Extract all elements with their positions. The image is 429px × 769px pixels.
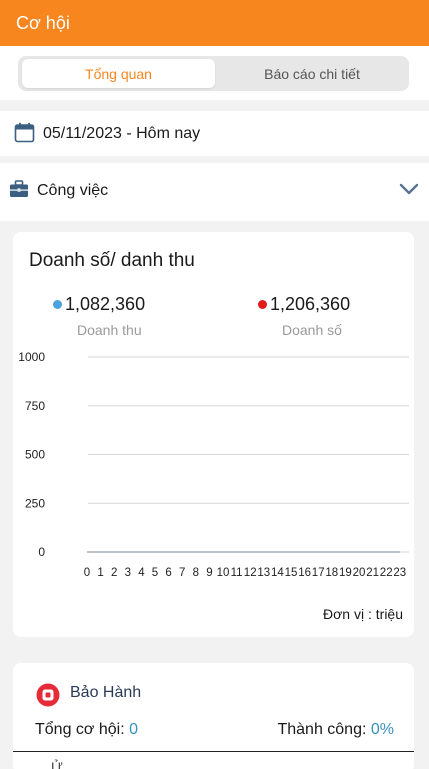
x-tick-label: 17: [312, 567, 325, 579]
view-switcher: Tổng quan Báo cáo chi tiết: [0, 46, 429, 100]
sales-label: Doanh số: [282, 322, 342, 338]
sales-total: 1,206,360: [270, 294, 351, 314]
x-tick-label: 3: [125, 567, 131, 579]
category-label: Công việc: [37, 182, 109, 199]
unit-label: Đơn vị : triệu: [323, 606, 403, 622]
x-tick-label: 0: [84, 567, 90, 579]
y-tick-label: 250: [25, 496, 45, 510]
total-label: Tổng cơ hội:: [35, 721, 130, 738]
x-tick-label: 12: [244, 567, 257, 579]
app-header: Cơ hội: [0, 0, 429, 46]
warranty-icon: [36, 683, 60, 707]
segmented-control: Tổng quan Báo cáo chi tiết: [18, 56, 409, 91]
x-tick-label: 13: [257, 567, 270, 579]
revenue-dot: [53, 300, 62, 309]
success-value: 0%: [370, 721, 394, 738]
date-range-filter[interactable]: 05/11/2023 - Hôm nay: [0, 111, 429, 156]
date-range-text: 05/11/2023 - Hôm nay: [43, 125, 201, 142]
legend-revenue: 1,082,360 Doanh thu: [53, 294, 203, 338]
x-tick-label: 6: [165, 567, 171, 579]
y-tick-label: 750: [25, 399, 45, 413]
warranty-card[interactable]: Bảo Hành Tổng cơ hội: 0 Thành công: 0% Ử: [13, 663, 414, 769]
warranty-name: Bảo Hành: [70, 684, 142, 701]
y-tick-label: 500: [25, 448, 45, 462]
sales-revenue-card: Doanh số/ danh thu 1,082,360 Doanh thu 1…: [13, 232, 414, 637]
success-rate: Thành công: 0%: [277, 721, 394, 739]
y-tick-label: 0: [38, 545, 45, 559]
briefcase-icon: [10, 180, 28, 197]
next-item-partial: Ử: [51, 759, 63, 769]
x-tick-label: 1: [97, 567, 103, 579]
divider: [13, 751, 414, 752]
calendar-icon: [14, 122, 35, 143]
x-tick-label: 10: [217, 567, 230, 579]
sales-dot: [258, 300, 267, 309]
total-value: 0: [129, 721, 138, 738]
tab-overview[interactable]: Tổng quan: [22, 59, 215, 88]
success-label: Thành công:: [277, 721, 371, 738]
x-tick-label: 18: [325, 567, 338, 579]
x-tick-label: 15: [285, 567, 298, 579]
x-tick-label: 16: [298, 567, 311, 579]
x-tick-label: 19: [339, 567, 352, 579]
x-tick-label: 22: [380, 567, 393, 579]
x-tick-label: 11: [231, 567, 243, 579]
chart-title: Doanh số/ danh thu: [29, 250, 195, 271]
line-chart: 025050075010000 1 2 3 4 5 6 7 8 9 10 11 12 13 14 15 16 17…: [18, 350, 409, 579]
x-tick-label: 14: [271, 567, 284, 579]
revenue-label: Doanh thu: [77, 322, 142, 338]
x-tick-label: 7: [179, 567, 185, 579]
x-tick-label: 8: [193, 567, 199, 579]
tab-detailed-report[interactable]: Báo cáo chi tiết: [218, 59, 406, 88]
x-tick-label: 5: [152, 567, 158, 579]
total-opportunities: Tổng cơ hội: 0: [35, 721, 138, 739]
x-tick-label: 2: [111, 567, 117, 579]
y-tick-label: 1000: [18, 350, 45, 364]
revenue-total: 1,082,360: [65, 294, 146, 314]
x-tick-label: 4: [138, 567, 145, 579]
page-title: Cơ hội: [16, 13, 70, 33]
category-selector[interactable]: Công việc: [0, 163, 429, 221]
chevron-down-icon[interactable]: [398, 181, 420, 197]
x-tick-label: 23: [393, 567, 406, 579]
x-tick-label: 21: [366, 567, 379, 579]
x-tick-label: 20: [353, 567, 366, 579]
x-tick-label: 9: [206, 567, 212, 579]
legend-sales: 1,206,360 Doanh số: [258, 294, 408, 338]
